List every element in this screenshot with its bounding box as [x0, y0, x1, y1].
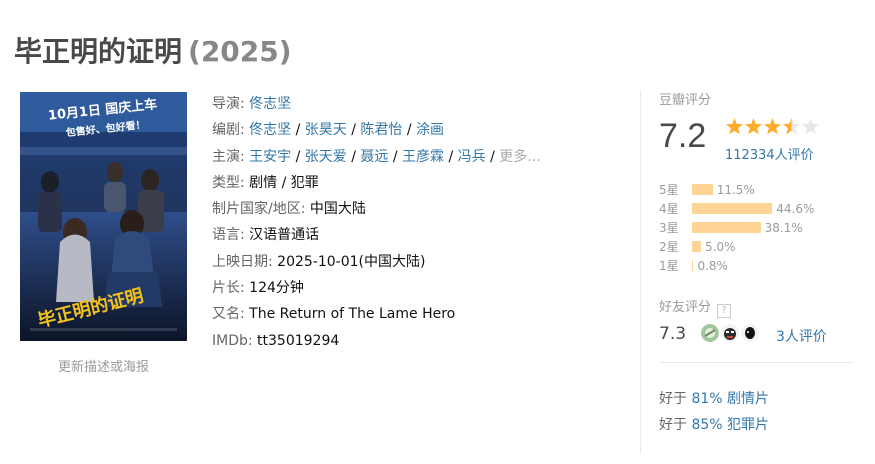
- rating-bar: [692, 241, 701, 252]
- rating-votes-link[interactable]: 112334人评价: [725, 144, 814, 163]
- movie-poster[interactable]: 10月1日 国庆上车 包售好、包好看！ 毕正明的证明: [20, 92, 187, 341]
- genre-row: 类型: 剧情 / 犯罪: [212, 170, 541, 196]
- rating-bar-row: 1星 0.8%: [659, 256, 814, 275]
- rating-bar-percent: 11.5%: [716, 182, 755, 197]
- writer-link[interactable]: 涂画: [416, 122, 444, 138]
- writer-row: 编剧: 佟志坚 / 张昊天 / 陈君怡 / 涂画: [212, 122, 445, 139]
- rating-bar-percent: 0.8%: [697, 258, 728, 273]
- divider: [659, 362, 854, 363]
- director-label: 导演:: [212, 96, 245, 112]
- release-value: 2025-10-01(中国大陆): [277, 253, 426, 270]
- help-icon[interactable]: ?: [717, 304, 732, 318]
- aka-label: 又名:: [212, 306, 245, 323]
- rating-bar-label: 2星: [659, 240, 679, 254]
- genre-value: 剧情 / 犯罪: [249, 174, 319, 191]
- writer-link[interactable]: 陈君怡: [360, 122, 402, 138]
- update-poster-link[interactable]: 更新描述或海报: [20, 356, 187, 375]
- release-row: 上映日期: 2025-10-01(中国大陆): [212, 249, 541, 275]
- rating-bar-row: 4星 44.6%: [659, 199, 814, 218]
- better-than-prefix: 好于: [659, 417, 687, 433]
- avatar[interactable]: [701, 324, 719, 342]
- page-title: 毕正明的证明 (2025): [14, 30, 292, 70]
- star-icon: [744, 118, 763, 135]
- language-value: 汉语普通话: [249, 227, 320, 244]
- star-icon: [801, 118, 820, 135]
- friends-rating-title: 好友评分?: [659, 296, 732, 318]
- rating-distribution: 5星 11.5% 4星 44.6% 3星 38.1% 2星 5.0% 1星 0.8%: [659, 180, 814, 275]
- runtime-value: 124分钟: [249, 280, 304, 297]
- cast-link[interactable]: 张天爱: [305, 149, 347, 165]
- friends-score: 7.3: [659, 324, 687, 344]
- cast-label: 主演:: [212, 148, 245, 165]
- rating-stars: [725, 117, 821, 139]
- better-than-prefix: 好于: [659, 391, 687, 407]
- release-label: 上映日期:: [212, 253, 273, 270]
- country-label: 制片国家/地区:: [212, 201, 306, 218]
- imdb-value: tt35019294: [257, 332, 340, 349]
- rating-bar-row: 3星 38.1%: [659, 218, 814, 237]
- movie-year: (2025): [188, 35, 292, 68]
- movie-info: 导演: 佟志坚 编剧: 佟志坚 / 张昊天 / 陈君怡 / 涂画 主演: 王安宇…: [212, 91, 541, 354]
- rating-bar-percent: 44.6%: [776, 201, 815, 216]
- friends-count-link[interactable]: 3人评价: [776, 326, 827, 346]
- cast-link[interactable]: 冯兵: [458, 149, 486, 165]
- rating-bar: [692, 260, 694, 271]
- writer-link[interactable]: 张昊天: [305, 122, 347, 138]
- better-than-row: 好于 85% 犯罪片: [659, 414, 769, 434]
- runtime-row: 片长: 124分钟: [212, 275, 541, 301]
- cast-link[interactable]: 王彦霖: [402, 149, 444, 165]
- rating-bar-label: 3星: [659, 221, 679, 235]
- friends-title-text: 好友评分: [659, 300, 712, 315]
- rating-bar-label: 4星: [659, 202, 679, 216]
- rating-bar-percent: 5.0%: [705, 239, 736, 254]
- rating-bar: [692, 222, 761, 233]
- cast-link[interactable]: 王安宇: [249, 149, 291, 165]
- rating-bar-label: 1星: [659, 259, 679, 273]
- country-value: 中国大陆: [309, 201, 366, 218]
- cast-row: 主演: 王安宇 / 张天爱 / 聂远 / 王彦霖 / 冯兵 / 更多...: [212, 148, 541, 165]
- poster-image: 10月1日 国庆上车 包售好、包好看！ 毕正明的证明: [20, 92, 187, 341]
- runtime-label: 片长:: [212, 280, 245, 297]
- imdb-label: IMDb:: [212, 332, 253, 349]
- aka-value: The Return of The Lame Hero: [249, 306, 456, 323]
- rating-bar-row: 5星 11.5%: [659, 180, 814, 199]
- genre-label: 类型:: [212, 174, 245, 191]
- writer-link[interactable]: 佟志坚: [249, 122, 291, 138]
- country-row: 制片国家/地区: 中国大陆: [212, 196, 541, 222]
- star-icons: [725, 118, 820, 135]
- better-than-link[interactable]: 85% 犯罪片: [691, 417, 769, 433]
- rating-bar-row: 2星 5.0%: [659, 237, 814, 256]
- divider: [640, 90, 641, 454]
- better-than-link[interactable]: 81% 剧情片: [691, 391, 769, 407]
- star-icon: [725, 118, 744, 135]
- rating-score: 7.2: [659, 117, 707, 155]
- director-link[interactable]: 佟志坚: [249, 96, 291, 112]
- writer-label: 编剧:: [212, 122, 245, 139]
- rating-title: 豆瓣评分: [659, 93, 712, 108]
- rating-bar-percent: 38.1%: [764, 220, 803, 235]
- cast-more-link[interactable]: 更多...: [499, 149, 540, 165]
- director-row: 导演: 佟志坚: [212, 91, 541, 117]
- avatar[interactable]: [741, 324, 759, 342]
- aka-row: 又名: The Return of The Lame Hero: [212, 301, 541, 327]
- rating-bar: [692, 203, 773, 214]
- language-row: 语言: 汉语普通话: [212, 222, 541, 248]
- avatar[interactable]: [721, 324, 739, 342]
- rating-bar: [692, 184, 713, 195]
- cast-link[interactable]: 聂远: [360, 149, 388, 165]
- rating-bar-label: 5星: [659, 183, 679, 197]
- language-label: 语言:: [212, 227, 245, 244]
- imdb-row: IMDb: tt35019294: [212, 328, 541, 354]
- better-than-row: 好于 81% 剧情片: [659, 388, 769, 408]
- star-icon: [782, 118, 801, 135]
- star-icon: [763, 118, 782, 135]
- movie-title: 毕正明的证明: [14, 35, 183, 68]
- friend-avatars: [701, 324, 759, 342]
